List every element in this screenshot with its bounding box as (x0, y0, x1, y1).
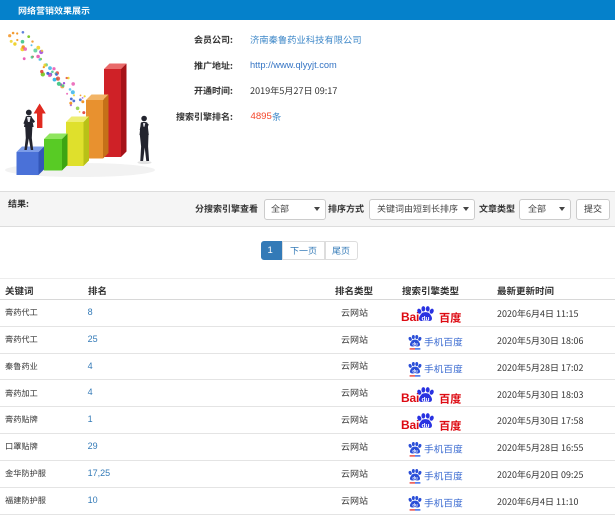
svg-text:du: du (412, 368, 418, 373)
svg-text:du: du (421, 423, 429, 430)
svg-text:du: du (412, 476, 418, 481)
svg-text:du: du (421, 396, 429, 403)
svg-text:du: du (412, 449, 418, 454)
svg-text:du: du (421, 315, 429, 322)
svg-text:du: du (412, 503, 418, 508)
svg-text:du: du (412, 342, 418, 347)
